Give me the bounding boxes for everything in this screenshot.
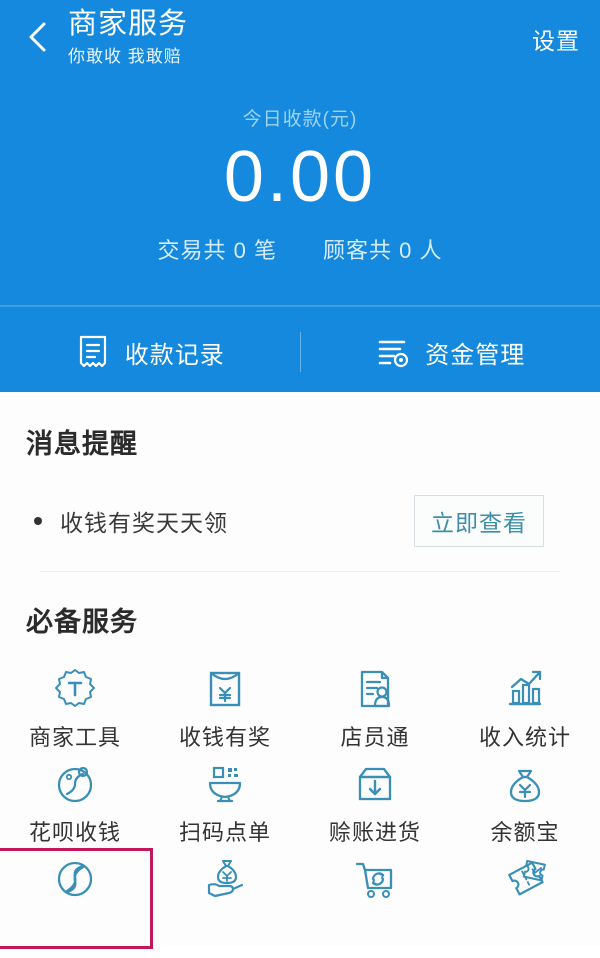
huabei-icon (51, 760, 99, 808)
mutual-aid-circle-icon (51, 855, 99, 903)
page-title: 商家服务 (68, 8, 189, 40)
settings-button[interactable]: 设置 (532, 22, 580, 56)
fund-settings-icon (375, 334, 411, 370)
stat-customers: 顾客共 0 人 (323, 238, 443, 263)
title-block: 商家服务 你敢收 我敢赔 (68, 6, 188, 70)
service-label: 收钱有奖 (178, 725, 271, 750)
service-cart-refresh[interactable] (300, 851, 450, 946)
service-credit-stock[interactable]: 赊账进货 (300, 756, 450, 851)
service-label: 余额宝 (490, 820, 560, 845)
money-bag-yuan-icon (501, 760, 549, 808)
bar-chart-trend-icon (501, 665, 549, 713)
bullet-icon (34, 517, 42, 525)
credit-stock-box-icon (351, 760, 399, 808)
merchant-tool-badge-icon (51, 665, 99, 713)
tab-fund-management[interactable]: 资金管理 (301, 312, 600, 392)
service-huabei-collect[interactable]: 花呗收钱 (0, 756, 150, 851)
service-staff-pass[interactable]: 店员通 (300, 661, 450, 756)
summary-label: 今日收款(元) (242, 109, 358, 130)
tab-label: 收款记录 (124, 341, 225, 369)
message-text: 收钱有奖天天领 (60, 510, 228, 536)
service-hand-money[interactable] (150, 851, 300, 946)
tab-label: 资金管理 (425, 341, 526, 369)
service-yuebao[interactable]: 余额宝 (450, 756, 600, 851)
quick-action-tabs: 收款记录 资金管理 (0, 312, 600, 392)
service-coupons[interactable] (450, 851, 600, 946)
receipt-icon (75, 334, 111, 370)
stat-transactions: 交易共 0 笔 (157, 238, 277, 263)
hero-section: 商家服务 你敢收 我敢赔 设置 今日收款(元) 0.00 交易共 0 笔 顾客共… (0, 0, 600, 312)
content-area: 消息提醒 收钱有奖天天领 立即查看 必备服务 商家工具 收钱有奖 店员通 收入统… (0, 392, 600, 949)
service-label: 店员通 (340, 725, 410, 750)
red-envelope-yuan-icon (201, 665, 249, 713)
cart-refresh-icon (351, 855, 399, 903)
service-mutual-aid[interactable] (0, 848, 153, 949)
summary-stats: 交易共 0 笔 顾客共 0 人 (0, 233, 600, 265)
service-reward-collect[interactable]: 收钱有奖 (150, 661, 300, 756)
tab-payment-records[interactable]: 收款记录 (0, 312, 300, 392)
service-merchant-tool[interactable]: 商家工具 (0, 661, 150, 756)
service-label: 商家工具 (28, 725, 121, 750)
staff-document-icon (351, 665, 399, 713)
service-label: 扫码点单 (178, 820, 271, 845)
navigation-bar: 商家服务 你敢收 我敢赔 设置 (0, 0, 600, 90)
service-income-stats[interactable]: 收入统计 (450, 661, 600, 756)
service-label: 赊账进货 (328, 820, 421, 845)
hero-divider (0, 305, 600, 307)
services-heading: 必备服务 (26, 607, 138, 637)
summary-amount: 0.00 (223, 137, 377, 217)
page-subtitle: 你敢收 我敢赔 (68, 47, 182, 66)
coupon-tickets-icon (501, 855, 549, 903)
view-now-button[interactable]: 立即查看 (414, 495, 544, 547)
services-grid: 商家工具 收钱有奖 店员通 收入统计 花呗收钱 扫码点单 赊账进货 余额宝 (0, 661, 600, 949)
scan-order-bowl-icon (201, 760, 249, 808)
service-scan-order[interactable]: 扫码点单 (150, 756, 300, 851)
messages-heading: 消息提醒 (26, 429, 138, 459)
message-item[interactable]: 收钱有奖天天领 立即查看 (0, 495, 600, 547)
service-label: 花呗收钱 (28, 820, 121, 845)
service-label: 收入统计 (478, 725, 571, 750)
back-button[interactable] (22, 16, 56, 58)
hand-money-bag-icon (201, 855, 249, 903)
